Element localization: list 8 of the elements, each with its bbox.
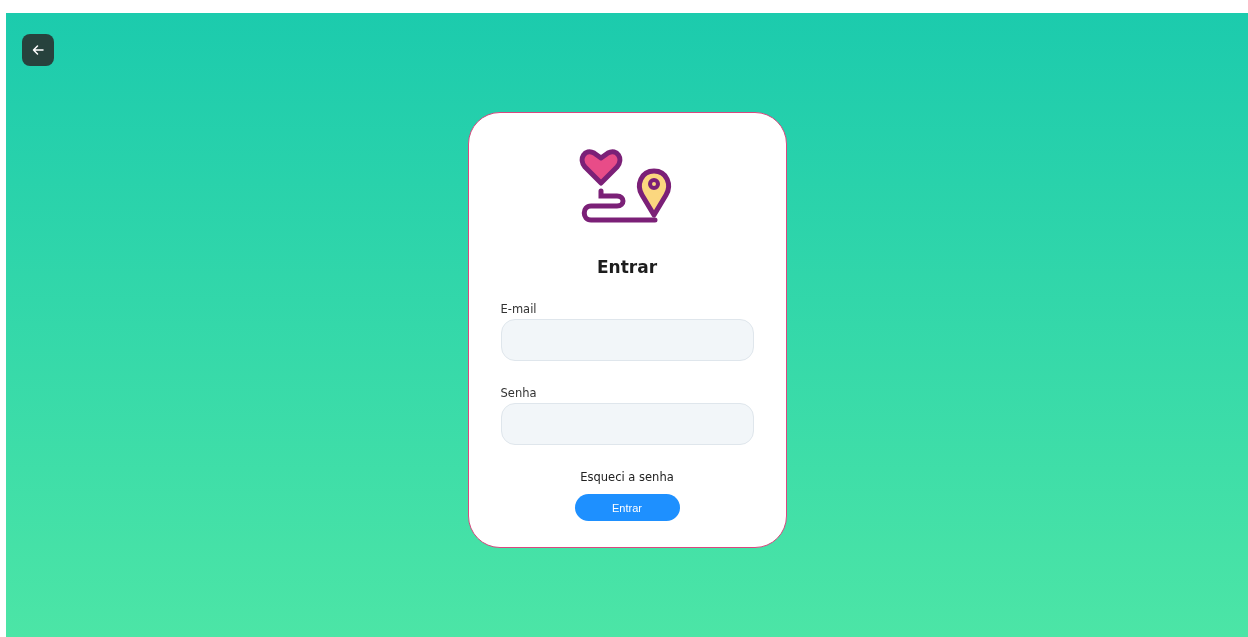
- input-field[interactable]: [500, 403, 754, 445]
- back-arrow-icon: [32, 44, 44, 56]
- field-label: E-mail: [500, 300, 538, 318]
- forgot-password-link[interactable]: Esqueci a senha: [580, 469, 674, 487]
- back-button[interactable]: [22, 34, 54, 66]
- login-title: Entrar: [596, 256, 658, 279]
- field-label: Senha: [500, 384, 538, 402]
- input-field[interactable]: [500, 318, 754, 361]
